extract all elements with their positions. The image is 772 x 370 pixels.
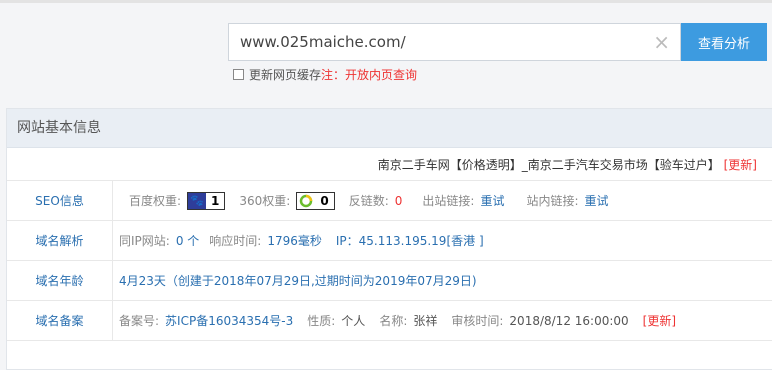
icp-time-value: 2018/8/12 16:00:00 xyxy=(509,313,629,328)
backlinks-label: 反链数: xyxy=(348,194,389,208)
top-divider xyxy=(0,0,772,3)
age-row: 域名年龄 4月23天（创建于2018年07月29日,过期时间为2019年07月2… xyxy=(7,261,772,301)
baidu-weight-value: 1 xyxy=(211,193,220,208)
analyze-button[interactable]: 查看分析 xyxy=(681,23,767,61)
backlinks-value[interactable]: 0 xyxy=(395,194,403,208)
seo-row: SEO信息 百度权重: 🐾 1 360权重: 0 反链数: 0 出站链接: 重试… xyxy=(7,181,772,221)
dns-row: 域名解析 同IP网站: 0 个 响应时间: 1796毫秒 IP：45.113.1… xyxy=(7,221,772,261)
update-cache-label[interactable]: 更新网页缓存 xyxy=(249,66,321,83)
site-info-panel: 网站基本信息 南京二手车网【价格透明】_南京二手汽车交易市场【验车过户】 [更新… xyxy=(6,108,772,370)
age-label[interactable]: 域名年龄 xyxy=(7,261,113,300)
clear-icon[interactable]: × xyxy=(653,30,670,54)
domain-age-value: 4月23天（创建于2018年07月29日,过期时间为2019年07月29日) xyxy=(119,274,477,288)
response-time-value: 1796毫秒 xyxy=(267,234,322,248)
icp-nature-value: 个人 xyxy=(341,314,366,328)
search-input[interactable]: www.025maiche.com/ × xyxy=(228,23,681,61)
baidu-paw-icon: 🐾 xyxy=(188,192,207,209)
360-weight-badge[interactable]: 0 xyxy=(296,191,335,210)
same-ip-value[interactable]: 0 个 xyxy=(176,232,199,249)
seo-label[interactable]: SEO信息 xyxy=(7,181,113,220)
site-title-row: 南京二手车网【价格透明】_南京二手汽车交易市场【验车过户】 [更新] xyxy=(7,148,772,181)
inlinks-retry-link[interactable]: 重试 xyxy=(585,192,609,209)
baidu-weight-label: 百度权重: xyxy=(129,194,182,208)
icp-row: 域名备案 备案号: 苏ICP备16034354号-3 性质: 个人 名称: 张祥… xyxy=(7,301,772,341)
inlinks-label: 站内链接: xyxy=(526,194,579,208)
update-cache-checkbox[interactable] xyxy=(233,69,244,80)
icp-number-label: 备案号: xyxy=(119,314,160,328)
outlinks-retry-link[interactable]: 重试 xyxy=(480,192,504,209)
icp-update-link[interactable]: [更新] xyxy=(643,312,676,329)
icp-name-value: 张祥 xyxy=(413,314,438,328)
360-ring-icon xyxy=(297,193,315,209)
panel-title: 网站基本信息 xyxy=(7,109,772,148)
icp-time-label: 审核时间: xyxy=(451,314,504,328)
360-weight-label: 360权重: xyxy=(239,194,291,208)
site-title: 南京二手车网【价格透明】_南京二手汽车交易市场【验车过户】 xyxy=(377,158,720,172)
icp-number-value[interactable]: 苏ICP备16034354号-3 xyxy=(165,312,293,329)
360-weight-value: 0 xyxy=(320,193,329,208)
icp-label[interactable]: 域名备案 xyxy=(7,301,113,340)
search-input-value[interactable]: www.025maiche.com/ xyxy=(240,33,406,51)
update-title-link[interactable]: [更新] xyxy=(724,158,757,172)
icp-nature-label: 性质: xyxy=(307,314,336,328)
outlinks-label: 出站链接: xyxy=(422,194,475,208)
icp-name-label: 名称: xyxy=(379,314,408,328)
cache-option: 更新网页缓存 注：开放内页查询 xyxy=(233,66,417,83)
ip-value[interactable]: IP：45.113.195.19[香港 ] xyxy=(336,232,484,249)
response-time-label: 响应时间: xyxy=(209,234,262,248)
baidu-weight-badge[interactable]: 🐾 1 xyxy=(187,191,226,210)
same-ip-label: 同IP网站: xyxy=(119,234,170,248)
cache-note: 注：开放内页查询 xyxy=(321,68,418,82)
dns-label[interactable]: 域名解析 xyxy=(7,221,113,260)
